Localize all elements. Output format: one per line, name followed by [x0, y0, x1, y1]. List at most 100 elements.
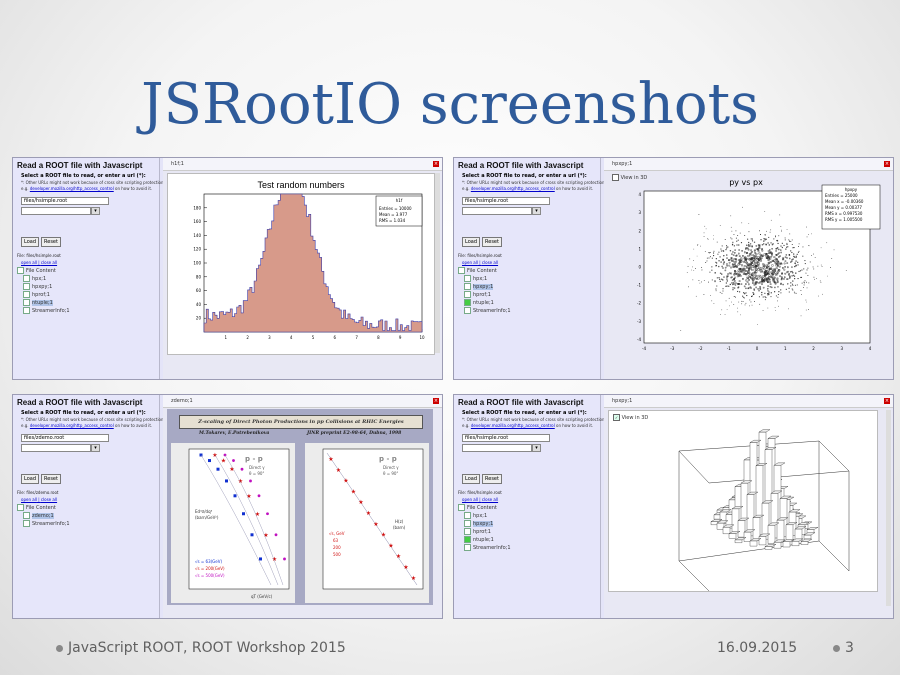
paper-authors: M.Tokarev, E.Potrebenikova	[199, 431, 270, 436]
reset-button[interactable]: Reset	[41, 474, 61, 484]
tree-item[interactable]: StreamerInfo;1	[17, 307, 159, 315]
y-tick-label: 140	[193, 233, 201, 238]
chevron-down-icon[interactable]: ▾	[532, 207, 541, 215]
lego-bar	[782, 541, 791, 548]
chevron-down-icon[interactable]: ▾	[91, 207, 100, 215]
stats-rms-y: RMS y = 1.005500	[825, 217, 863, 222]
reset-button[interactable]: Reset	[482, 474, 502, 484]
note-link[interactable]: developer.mozilla.org/http_access_contro…	[30, 423, 114, 428]
histogram-icon	[23, 299, 30, 306]
screenshot-scatter: Read a ROOT file with Javascript Select …	[453, 157, 894, 380]
reset-button[interactable]: Reset	[41, 237, 61, 247]
tree-item[interactable]: hpx;1	[17, 275, 159, 283]
file-url-input[interactable]	[21, 197, 109, 205]
open-close-links: open all | close all	[462, 497, 499, 502]
close-all-link[interactable]: close all	[482, 497, 498, 502]
x-tick-label: 2	[812, 346, 815, 351]
y-tick-label: -2	[637, 301, 641, 306]
tree-item[interactable]: ntuple;1	[458, 536, 600, 544]
x-tick-label: 1	[784, 346, 787, 351]
load-button[interactable]: Load	[462, 237, 480, 247]
data-point: ★	[396, 553, 401, 560]
y-tick-label: 120	[193, 247, 201, 252]
data-point	[274, 533, 278, 537]
data-point	[266, 512, 269, 516]
data-point: ★	[263, 532, 268, 539]
tree-root[interactable]: File Content	[458, 267, 600, 275]
draw-window: hpxpy;1 × ✓ View in 3D	[604, 395, 893, 618]
sidebar: Read a ROOT file with Javascript Select …	[454, 395, 614, 618]
close-icon[interactable]: ×	[884, 398, 890, 404]
open-all-link[interactable]: open all	[462, 260, 478, 265]
x-tick-label: 4	[290, 335, 293, 340]
lego-plot	[678, 429, 850, 592]
theta-label: θ = 90°	[383, 471, 398, 476]
file-label: File: files/hsimple.root	[458, 490, 502, 495]
file-url-input[interactable]	[462, 434, 550, 442]
file-select[interactable]	[21, 207, 91, 215]
scrollbar[interactable]	[435, 173, 440, 353]
checkbox-checked-icon: ✓	[613, 414, 620, 421]
sidebar-heading: Read a ROOT file with Javascript	[458, 161, 584, 170]
histogram-icon	[23, 283, 30, 290]
open-all-link[interactable]: open all	[21, 497, 37, 502]
view-3d-checkbox[interactable]: ✓ View in 3D	[613, 414, 648, 421]
open-all-link[interactable]: open all	[21, 260, 37, 265]
tree-item[interactable]: StreamerInfo;1	[17, 520, 159, 528]
x-tick-label: -1	[727, 346, 731, 351]
reset-button[interactable]: Reset	[482, 237, 502, 247]
close-icon[interactable]: ×	[884, 161, 890, 167]
lego-canvas[interactable]: ✓ View in 3D	[608, 410, 878, 592]
tree-item[interactable]: hpxpy;1	[458, 520, 600, 528]
tree-root[interactable]: File Content	[458, 504, 600, 512]
zdemo-canvas[interactable]: Z-scaling of Direct Photon Productions i…	[167, 409, 433, 605]
tree-item[interactable]: StreamerInfo;1	[458, 307, 600, 315]
close-icon[interactable]: ×	[433, 398, 439, 404]
file-select[interactable]	[21, 444, 91, 452]
data-point: ★	[272, 556, 277, 563]
tree-item[interactable]: StreamerInfo;1	[458, 544, 600, 552]
load-button[interactable]: Load	[462, 474, 480, 484]
note-link[interactable]: developer.mozilla.org/http_access_contro…	[471, 423, 555, 428]
note-link[interactable]: developer.mozilla.org/http_access_contro…	[471, 186, 555, 191]
tree-item[interactable]: hprof;1	[17, 291, 159, 299]
open-all-link[interactable]: open all	[462, 497, 478, 502]
file-url-input[interactable]	[21, 434, 109, 442]
tree-item[interactable]: hprof;1	[458, 291, 600, 299]
tree-item[interactable]: zdemo;1	[17, 512, 159, 520]
tree-root[interactable]: File Content	[17, 267, 159, 275]
scrollbar[interactable]	[886, 410, 891, 606]
file-select[interactable]	[462, 207, 532, 215]
close-all-link[interactable]: close all	[41, 260, 57, 265]
tree-item[interactable]: hpx;1	[458, 275, 600, 283]
tree-root[interactable]: File Content	[17, 504, 159, 512]
file-url-input[interactable]	[462, 197, 550, 205]
tree-item[interactable]: hpxpy;1	[458, 283, 600, 291]
close-all-link[interactable]: close all	[41, 497, 57, 502]
data-point	[259, 557, 262, 561]
scatter-canvas[interactable]: py vs px -4 -4 -3 -3 -2 -2 -1 -1 0 0 1 1 2 2 3 3 4 4 hpxp…	[608, 173, 884, 353]
close-icon[interactable]: ×	[433, 161, 439, 167]
note-link[interactable]: developer.mozilla.org/http_access_contro…	[30, 186, 114, 191]
chevron-down-icon[interactable]: ▾	[532, 444, 541, 452]
tree-item[interactable]: hpxpy;1	[17, 283, 159, 291]
tree-item[interactable]: hpx;1	[458, 512, 600, 520]
pp-label: p - p	[379, 455, 397, 463]
sidebar: Read a ROOT file with Javascript Select …	[13, 395, 173, 618]
histogram-icon	[464, 512, 471, 519]
file-select[interactable]	[462, 444, 532, 452]
load-button[interactable]: Load	[21, 237, 39, 247]
data-point: ★	[351, 488, 356, 495]
tree-item[interactable]: ntuple;1	[17, 299, 159, 307]
tree-item[interactable]: hprof;1	[458, 528, 600, 536]
y-tick-label: 180	[193, 205, 201, 210]
chevron-down-icon[interactable]: ▾	[91, 444, 100, 452]
window-title-bar: zdemo;1 ×	[163, 395, 442, 408]
plot-title: py vs px	[729, 178, 763, 187]
load-button[interactable]: Load	[21, 474, 39, 484]
sidebar-subheading: Select a ROOT file to read, or enter a u…	[462, 173, 587, 179]
tree-item[interactable]: ntuple;1	[458, 299, 600, 307]
histogram-canvas[interactable]: Test random numbers 20 40 60 80 100 120 140 160…	[167, 173, 435, 355]
screenshot-lego3d: Read a ROOT file with Javascript Select …	[453, 394, 894, 619]
close-all-link[interactable]: close all	[482, 260, 498, 265]
